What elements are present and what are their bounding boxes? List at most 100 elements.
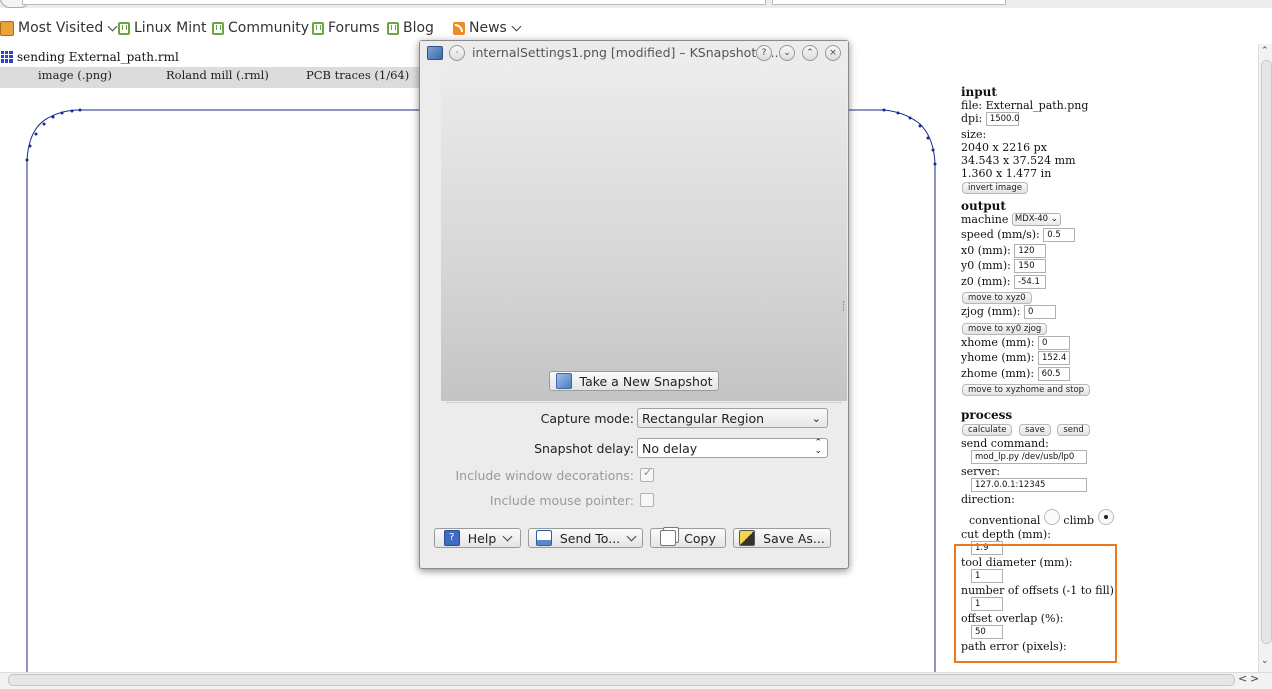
z0-input[interactable]: -54.1 [1013,274,1046,289]
send-button[interactable]: send [1057,424,1090,436]
machine-value: MDX-40 [1014,214,1049,224]
bookmarks-toolbar: Most Visited Linux Mint Community Forums… [0,14,1272,42]
scroll-right-icon[interactable]: > [1250,672,1259,685]
x0-input[interactable]: 120 [1014,243,1047,258]
help-icon[interactable]: ? [756,45,772,61]
output-heading: output [961,198,1006,213]
sticky-icon[interactable]: · [449,45,465,61]
include-pointer-checkbox[interactable] [640,493,654,507]
conventional-radio[interactable] [1043,509,1060,525]
snapshot-delay-label: Snapshot delay: [534,441,634,456]
save-as-button[interactable]: Save As... [733,528,831,548]
include-pointer-label: Include mouse pointer: [489,493,634,508]
help-button-label: Help [467,530,497,546]
toolpath-right-edge [846,109,936,672]
capture-mode-label: Capture mode: [540,411,634,426]
bookmark-label: Linux Mint [134,20,207,36]
bookmark-label: Forums [328,20,380,36]
bookmark-community[interactable]: Community [212,19,309,37]
machine-select[interactable]: MDX-40 ⌄ [1011,213,1061,226]
server-input[interactable]: 127.0.0.1:12345 [971,478,1087,492]
xhome-input[interactable]: 0 [1038,335,1070,350]
search-bar[interactable] [772,0,1006,5]
checkmark-icon: ✓ [643,466,653,479]
workflow-step-pcb[interactable]: PCB traces (1/64) [306,68,409,82]
dpi-input[interactable]: 1500.0 [985,112,1020,126]
capture-mode-value: Rectangular Region [642,410,765,426]
bookmark-linux-mint[interactable]: Linux Mint [118,19,207,37]
bookmark-news[interactable]: News [453,19,522,37]
size-mm: 34.543 x 37.524 mm [961,153,1076,167]
machine-label: machine [961,212,1009,226]
vertical-scrollbar-thumb[interactable] [1261,60,1272,644]
scroll-up-icon[interactable]: ⌃ [1261,46,1269,56]
bookmark-most-visited[interactable]: Most Visited [0,19,118,37]
send-to-button[interactable]: Send To... [528,528,643,548]
chevron-down-icon [107,21,118,31]
snapshot-preview[interactable] [441,65,847,401]
xhome-label: xhome (mm): [961,335,1035,349]
zjog-input[interactable]: 0 [1024,305,1057,319]
zjog-row: zjog (mm): 0 [961,305,1141,321]
direction-label: direction: [961,493,1015,506]
speed-label: speed (mm/s): [961,228,1040,241]
minimize-icon[interactable]: ⌄ [779,45,795,61]
workflow-step-image[interactable]: image (.png) [38,68,112,82]
chevron-down-icon [626,531,637,541]
direction-row: conventional climb [961,506,1141,528]
workflow-step-roland[interactable]: Roland mill (.rml) [166,68,269,82]
send-command-label: send command: [961,437,1049,450]
mint-icon [118,21,130,35]
highlight-box [954,544,1117,663]
send-command-input[interactable]: mod_lp.py /dev/usb/lp0 [971,450,1087,464]
help-book-icon: ? [443,530,460,546]
maximize-icon[interactable]: ⌃ [802,45,818,61]
bookmark-forums[interactable]: Forums [312,19,380,37]
copy-button[interactable]: Copy [650,528,726,548]
input-file: file: External_path.png [961,99,1089,112]
dialog-title: internalSettings1.png [modified] – KSnap… [472,45,783,60]
invert-image-button[interactable]: invert image [962,181,1029,194]
y0-input[interactable]: 150 [1014,259,1047,273]
resize-handle[interactable] [843,301,846,311]
scroll-down-icon[interactable]: ⌄ [1261,656,1269,666]
include-decorations-checkbox[interactable]: ✓ [640,466,654,482]
spin-arrows-icon[interactable]: ⌃ ⌄ [814,439,822,456]
zhome-row: zhome (mm): 60.5 [961,366,1141,383]
snapshot-delay-spinbox[interactable]: No delay ⌃ ⌄ [637,438,828,458]
y0-row: y0 (mm): 150 [961,259,1141,275]
help-button[interactable]: ? Help [434,528,521,548]
zhome-input[interactable]: 60.5 [1037,366,1070,381]
mint-icon [387,21,399,35]
climb-radio[interactable] [1097,509,1114,525]
move-to-xyz0-button[interactable]: move to xyz0 [962,292,1032,304]
chevron-down-icon: ⌄ [1050,214,1058,224]
url-bar[interactable] [22,0,766,5]
y0-label: y0 (mm): [961,259,1011,272]
z0-row: z0 (mm): -54.1 [961,274,1141,291]
cut-depth-label: cut depth (mm): [961,528,1051,541]
process-heading: process [961,408,1013,422]
chevron-down-icon [502,531,513,541]
yhome-input[interactable]: 152.4 [1038,351,1071,365]
rss-icon [453,21,465,35]
move-to-xyzhome-button[interactable]: move to xyzhome and stop [962,384,1091,396]
send-to-icon [535,530,552,546]
close-icon[interactable]: × [825,45,841,61]
speed-input[interactable]: 0.5 [1043,228,1076,242]
bookmark-label: Most Visited [18,20,104,36]
include-decorations-label: Include window decorations: [455,468,635,483]
save-button[interactable]: save [1018,424,1051,436]
horizontal-scrollbar-thumb[interactable] [8,674,1235,686]
capture-mode-select[interactable]: Rectangular Region ⌄ [637,408,828,428]
dialog-titlebar[interactable]: · internalSettings1.png [modified] – KSn… [420,41,848,65]
separator [446,402,842,403]
ksnapshot-app-icon [427,46,443,60]
toolpath-left-edge [26,109,420,672]
scroll-left-icon[interactable]: < [1238,672,1247,685]
move-to-xy0-zjog-button[interactable]: move to xy0 zjog [962,322,1048,335]
bookmark-blog[interactable]: Blog [387,19,434,37]
calculate-button[interactable]: calculate [962,424,1013,436]
take-new-snapshot-button[interactable]: Take a New Snapshot [549,371,719,391]
yhome-row: yhome (mm): 152.4 [961,351,1141,367]
